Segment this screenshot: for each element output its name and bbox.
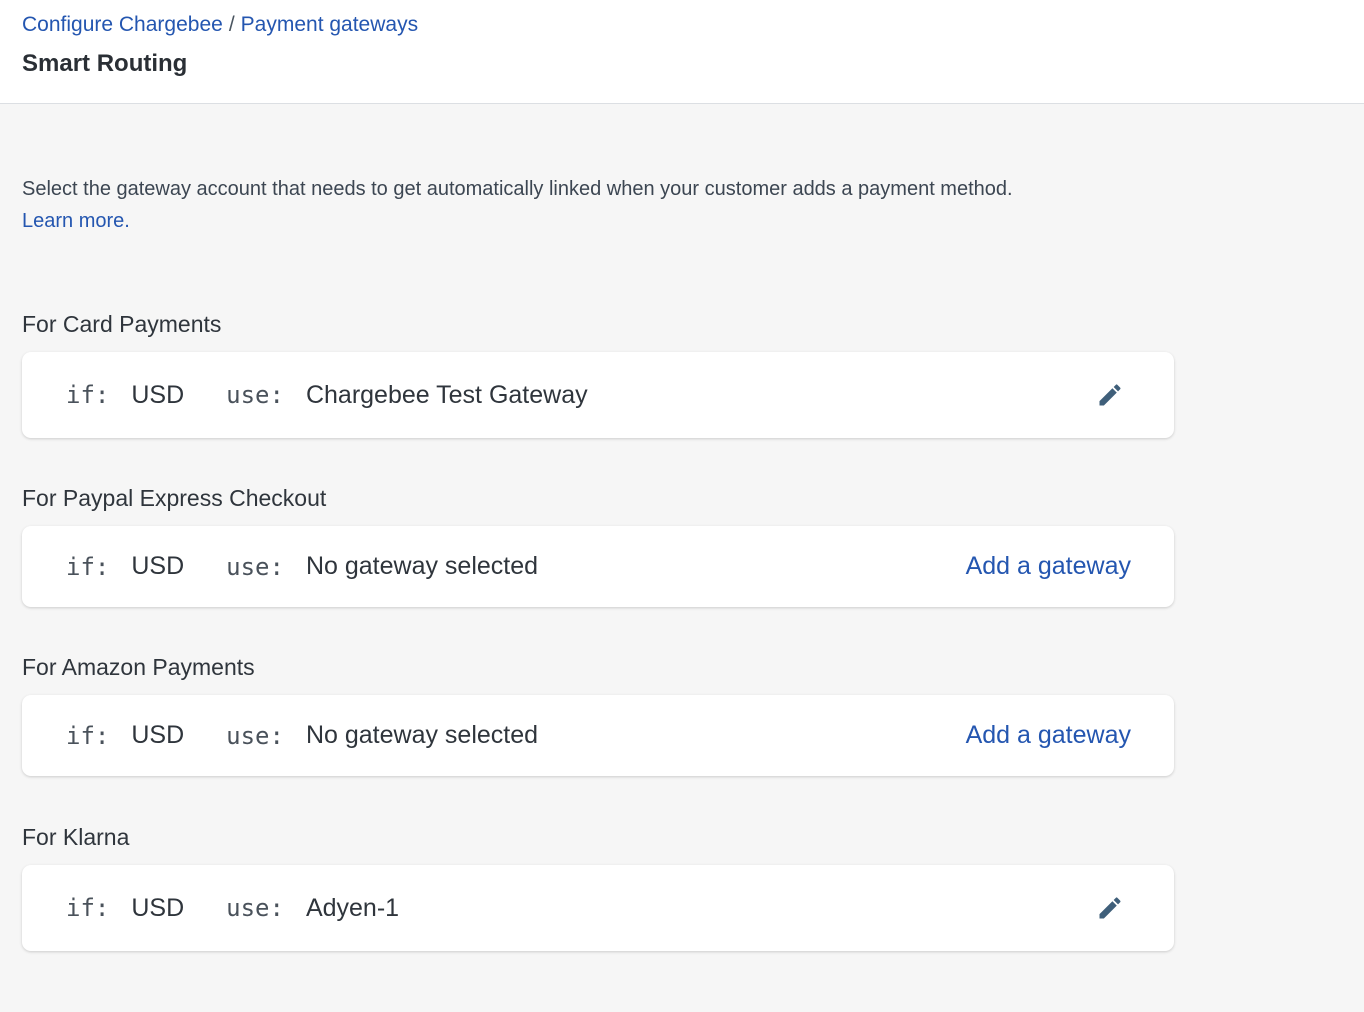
rule-card-klarna: if: USD use: Adyen-1: [22, 865, 1174, 951]
section-title-card-payments: For Card Payments: [22, 311, 222, 337]
rule-row: if: USD use: Adyen-1: [22, 865, 1174, 951]
if-keyword: if:: [66, 552, 110, 581]
rule-card-paypal-express-checkout: if: USD use: No gateway selected Add a g…: [22, 526, 1174, 607]
breadcrumb-separator: /: [228, 13, 235, 36]
breadcrumb: Configure Chargebee / Payment gateways: [22, 13, 418, 37]
rule-card-card-payments: if: USD use: Chargebee Test Gateway: [22, 352, 1174, 438]
use-keyword: use:: [226, 552, 284, 581]
gateway-value: No gateway selected: [305, 721, 539, 749]
use-keyword: use:: [226, 721, 284, 750]
breadcrumb-configure-chargebee[interactable]: Configure Chargebee: [22, 13, 223, 36]
rule-row: if: USD use: Chargebee Test Gateway: [22, 352, 1174, 438]
if-keyword: if:: [66, 721, 110, 750]
gateway-value: Adyen-1: [305, 893, 400, 922]
section-title-paypal-express-checkout: For Paypal Express Checkout: [22, 485, 327, 511]
intro-description: Select the gateway account that needs to…: [22, 173, 1222, 237]
rule-row: if: USD use: No gateway selected Add a g…: [22, 695, 1174, 776]
currency-value: USD: [131, 893, 185, 922]
section-title-klarna: For Klarna: [22, 824, 130, 850]
currency-value: USD: [131, 552, 185, 580]
if-keyword: if:: [66, 894, 110, 922]
page-title: Smart Routing: [22, 50, 188, 77]
intro-text: Select the gateway account that needs to…: [22, 178, 1013, 200]
currency-value: USD: [131, 380, 185, 409]
rule-card-amazon-payments: if: USD use: No gateway selected Add a g…: [22, 695, 1174, 776]
currency-value: USD: [131, 721, 185, 749]
use-keyword: use:: [226, 894, 284, 922]
pencil-icon[interactable]: [1096, 894, 1124, 922]
learn-more-link[interactable]: Learn more.: [22, 205, 1222, 237]
gateway-value: Chargebee Test Gateway: [305, 380, 588, 409]
if-keyword: if:: [66, 381, 110, 409]
section-title-amazon-payments: For Amazon Payments: [22, 654, 255, 680]
use-keyword: use:: [226, 381, 284, 409]
gateway-value: No gateway selected: [305, 552, 539, 580]
add-gateway-link[interactable]: Add a gateway: [966, 552, 1131, 581]
breadcrumb-payment-gateways[interactable]: Payment gateways: [241, 13, 418, 36]
add-gateway-link[interactable]: Add a gateway: [966, 721, 1131, 750]
rule-row: if: USD use: No gateway selected Add a g…: [22, 526, 1174, 607]
pencil-icon[interactable]: [1096, 381, 1124, 409]
page-header: Configure Chargebee / Payment gateways Sma…: [0, 0, 1364, 104]
